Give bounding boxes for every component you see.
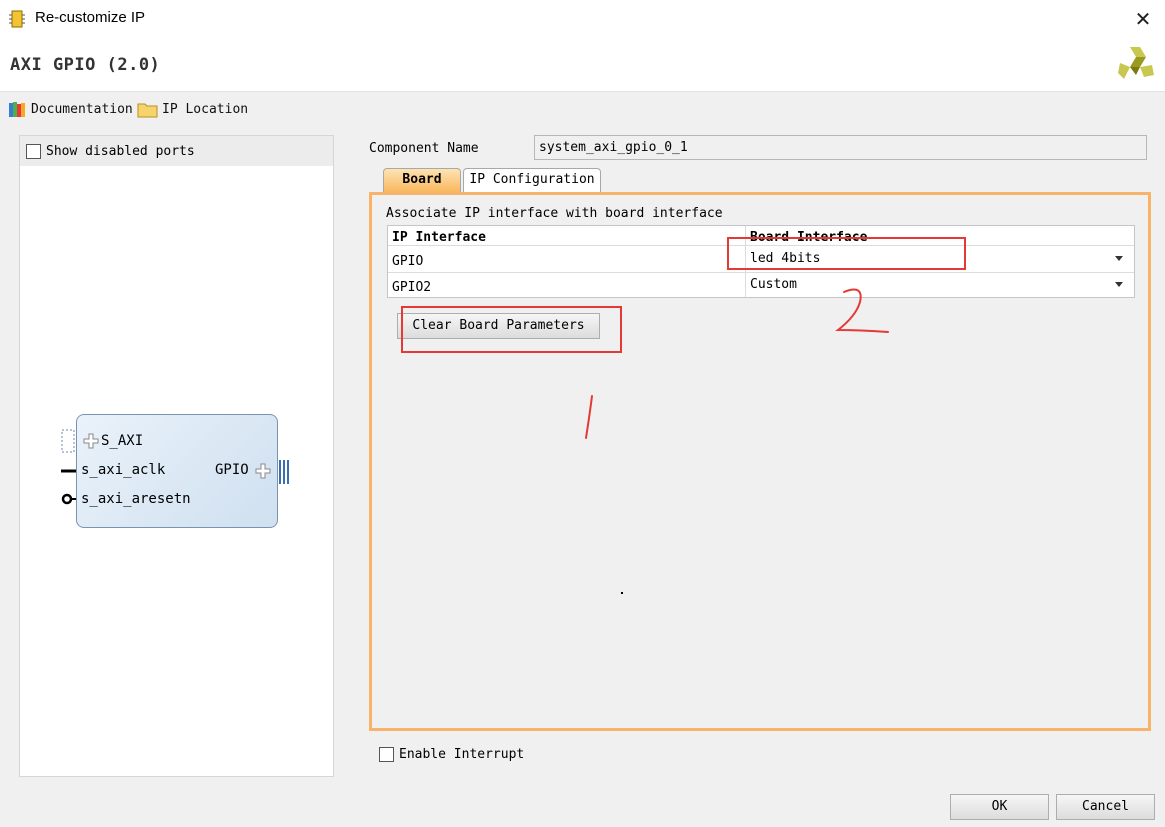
close-icon[interactable]: ✕ bbox=[1128, 5, 1158, 33]
plus-icon bbox=[83, 433, 99, 449]
enable-interrupt-label: Enable Interrupt bbox=[399, 747, 525, 762]
port-s-axi-aclk: s_axi_aclk bbox=[81, 462, 166, 478]
show-disabled-ports-checkbox[interactable] bbox=[26, 144, 41, 159]
axi-gpio-block[interactable]: S_AXI s_axi_aclk s_axi_aresetn GPIO bbox=[76, 414, 278, 528]
show-disabled-ports-label: Show disabled ports bbox=[46, 144, 195, 159]
chevron-down-icon[interactable] bbox=[1115, 282, 1123, 287]
highlight-box-clear-button bbox=[401, 306, 622, 353]
ip-title: AXI GPIO (2.0) bbox=[10, 55, 161, 75]
chevron-down-icon[interactable] bbox=[1115, 256, 1123, 261]
port-connectors bbox=[61, 429, 76, 505]
title-bar: Re-customize IP ✕ bbox=[0, 0, 1165, 38]
tab-ip-configuration[interactable]: IP Configuration bbox=[463, 168, 601, 192]
cancel-button[interactable]: Cancel bbox=[1056, 794, 1155, 820]
plus-icon bbox=[255, 463, 271, 479]
folder-icon bbox=[137, 103, 158, 118]
re-customize-ip-window: Re-customize IP ✕ AXI GPIO (2.0) Documen… bbox=[0, 0, 1165, 827]
associate-section-label: Associate IP interface with board interf… bbox=[386, 206, 723, 221]
ok-button[interactable]: OK bbox=[950, 794, 1049, 820]
tab-board[interactable]: Board bbox=[383, 168, 461, 192]
handwritten-mark-1 bbox=[585, 395, 593, 439]
port-gpio: GPIO bbox=[215, 462, 249, 478]
documentation-menu[interactable]: Documentation bbox=[8, 99, 133, 119]
highlight-box-board-interface bbox=[727, 237, 966, 270]
row-gpio2-ip-interface: GPIO2 bbox=[392, 280, 432, 295]
port-s-axi-aresetn: s_axi_aresetn bbox=[81, 491, 191, 507]
row-gpio-ip-interface: GPIO bbox=[392, 254, 424, 269]
component-name-label: Component Name bbox=[369, 141, 479, 156]
handwritten-mark-2 bbox=[835, 288, 889, 333]
ip-chip-icon bbox=[9, 10, 25, 28]
ip-location-label: IP Location bbox=[162, 101, 249, 117]
port-s-axi: S_AXI bbox=[101, 433, 144, 449]
documentation-label: Documentation bbox=[31, 101, 133, 117]
stray-dot bbox=[621, 592, 623, 594]
books-icon bbox=[9, 102, 25, 117]
enable-interrupt-checkbox[interactable] bbox=[379, 747, 394, 762]
column-header-ip-interface: IP Interface bbox=[392, 230, 486, 245]
window-title: Re-customize IP bbox=[35, 9, 146, 26]
gpio-bus-icon bbox=[279, 460, 289, 484]
ip-header: AXI GPIO (2.0) bbox=[0, 38, 1165, 92]
ip-location-button[interactable]: IP Location bbox=[137, 99, 248, 119]
row-gpio2-board-interface-select[interactable]: Custom bbox=[746, 273, 797, 297]
component-name-field[interactable]: system_axi_gpio_0_1 bbox=[534, 135, 1147, 160]
xilinx-logo-icon bbox=[1118, 47, 1154, 79]
symbol-panel-header: Show disabled ports bbox=[20, 136, 333, 166]
toolbar: Documentation IP Location bbox=[0, 93, 1165, 127]
